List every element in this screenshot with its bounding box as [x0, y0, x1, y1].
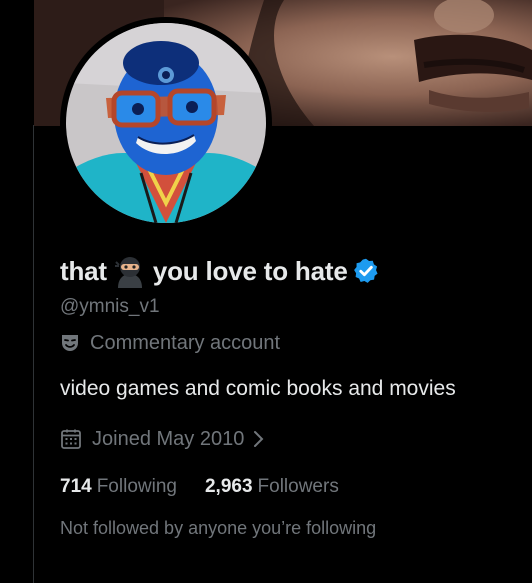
following-count: 714 [60, 476, 92, 497]
avatar-image [66, 23, 266, 223]
display-name: that you love to hate [60, 253, 380, 289]
display-name-part2: you love to hate [152, 255, 348, 286]
calendar-icon [60, 428, 82, 450]
chevron-right-icon [252, 430, 266, 448]
joined-label: Joined May 2010 [92, 427, 245, 450]
follow-stats: 714 Following 2,963 Followers [60, 474, 339, 500]
following-link[interactable]: 714 Following [60, 476, 177, 498]
followers-count: 2,963 [204, 476, 253, 497]
followers-link[interactable]: 2,963 Followers [205, 476, 339, 498]
column-divider [33, 125, 34, 583]
category-label: Commentary account [90, 331, 281, 354]
profile-category: Commentary account [60, 330, 280, 356]
joined-date[interactable]: Joined May 2010 [60, 425, 266, 453]
left-column-edge [0, 0, 33, 583]
mutual-followers-text: Not followed by anyone you’re following [60, 518, 377, 538]
followers-label: Followers [257, 476, 339, 497]
user-handle: @ymnis_v1 [60, 296, 160, 317]
verified-badge-icon[interactable] [352, 257, 380, 285]
profile-bio: video games and comic books and movies [60, 377, 456, 400]
theater-masks-icon [60, 333, 80, 353]
following-label: Following [96, 476, 177, 497]
profile-avatar[interactable] [66, 23, 266, 223]
ninja-emoji-icon [113, 254, 147, 288]
display-name-part1: that [60, 255, 107, 286]
